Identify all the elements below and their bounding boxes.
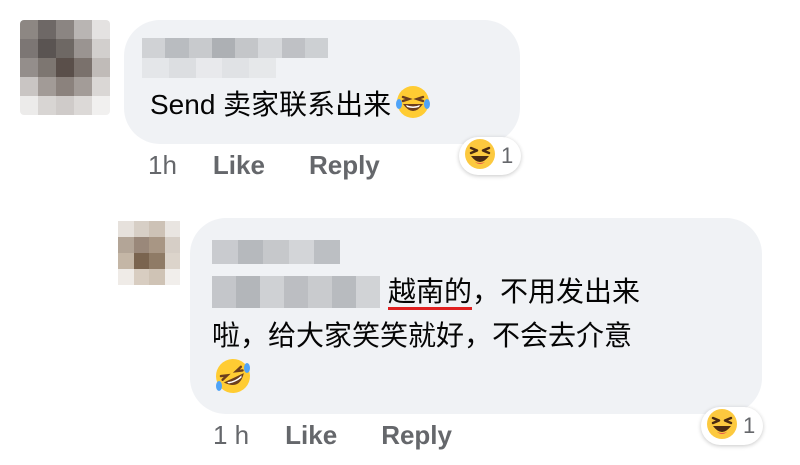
laughing-tears-emoji-icon [395,84,431,131]
comment-actions: 1h Like Reply [148,150,424,181]
rofl-emoji-icon [213,356,253,401]
comment-text-line-1: 越南的，不用发出来 [388,272,640,312]
laughing-squint-icon [463,137,497,176]
reaction-count: 1 [743,413,756,438]
blurred-author-name[interactable] [212,240,340,264]
comment-text-line-2: 啦，给大家笑笑就好，不会去介意 [212,316,632,356]
avatar[interactable] [20,20,110,115]
blurred-author-name [212,276,380,308]
avatar[interactable] [118,221,180,285]
underlined-phrase: 越南的 [388,276,473,310]
reply-button[interactable]: Reply [381,420,452,451]
comment-text: Send 卖家联系出来 [150,84,431,131]
reaction-summary[interactable]: 1 [701,407,764,446]
comment-message: 啦，给大家笑笑就好，不会去介意 [212,320,633,351]
timestamp[interactable]: 1h [148,150,177,181]
blurred-author-name [142,58,276,78]
like-button[interactable]: Like [213,150,265,181]
comment-actions: 1 h Like Reply [213,420,496,451]
timestamp[interactable]: 1 h [213,420,249,451]
like-button[interactable]: Like [285,420,337,451]
comment-message: Send 卖家联系出来 [150,89,392,120]
comment-message: ，不用发出来 [472,276,641,307]
blurred-author-name[interactable] [142,38,328,58]
reaction-summary[interactable]: 1 [459,137,522,176]
laughing-squint-icon [705,407,739,446]
reply-button[interactable]: Reply [309,150,380,181]
reaction-count: 1 [501,143,514,168]
